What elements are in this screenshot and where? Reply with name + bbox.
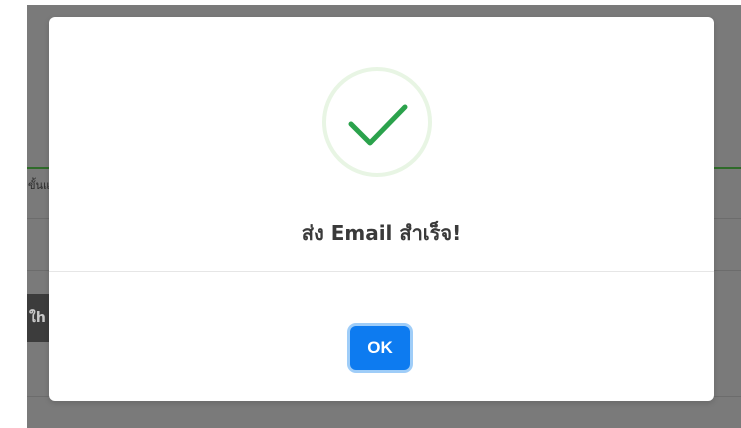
background-partial-button: ใh [27, 294, 51, 342]
ok-button[interactable]: OK [350, 326, 410, 370]
check-icon [348, 104, 408, 146]
success-check-icon [322, 67, 432, 177]
dialog-divider [49, 271, 714, 272]
success-dialog: ส่ง Email สำเร็จ! OK [49, 17, 714, 401]
dialog-title: ส่ง Email สำเร็จ! [301, 221, 462, 245]
background-partial-label: ขั้นแ [28, 179, 51, 192]
